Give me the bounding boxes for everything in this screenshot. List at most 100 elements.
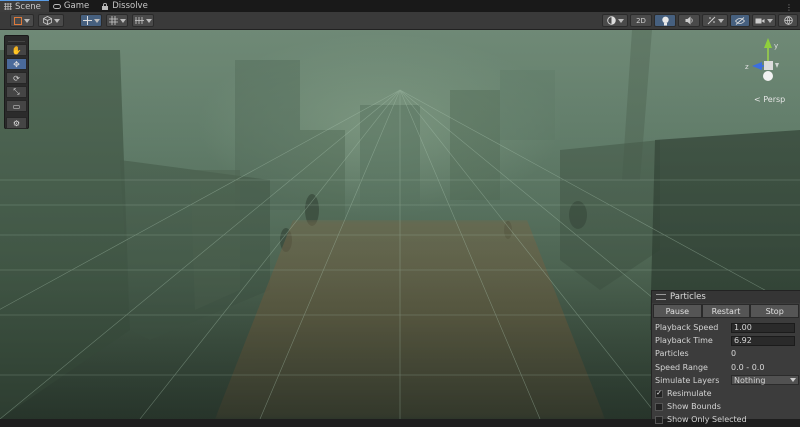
toggle-2d-label: 2D	[636, 16, 646, 25]
particles-count-row: Particles 0	[652, 347, 800, 360]
tab-scene[interactable]: Scene	[0, 0, 49, 12]
simulate-layers-row: Simulate Layers Nothing	[652, 374, 800, 387]
tab-dissolve-label: Dissolve	[112, 1, 148, 11]
particles-title: Particles	[670, 292, 706, 302]
speed-range-label: Speed Range	[655, 362, 708, 372]
move-gizmo-icon	[82, 16, 92, 25]
particles-count-label: Particles	[655, 349, 689, 359]
restart-button[interactable]: Restart	[701, 304, 751, 318]
resimulate-checkbox[interactable]: ✓	[655, 389, 663, 398]
gizmo-y-label: y	[774, 42, 778, 50]
lightbulb-icon	[661, 16, 669, 25]
scale-tool-button[interactable]: ⤡	[6, 86, 27, 98]
audio-toggle[interactable]	[678, 14, 700, 27]
render-mode-dropdown[interactable]	[38, 14, 64, 27]
show-bounds-checkbox[interactable]	[655, 402, 663, 411]
persp-label[interactable]: < Persp	[754, 95, 785, 104]
chevron-down-icon	[790, 378, 796, 383]
toggle-2d-button[interactable]: 2D	[630, 14, 652, 27]
show-only-selected-label: Show Only Selected	[667, 415, 747, 425]
playback-speed-input[interactable]: 1.00	[731, 322, 795, 333]
resimulate-row: ✓ Resimulate	[652, 387, 800, 400]
playback-speed-label: Playback Speed	[655, 323, 719, 333]
rotate-icon: ⟳	[13, 73, 20, 83]
effects-icon	[707, 16, 715, 25]
show-only-selected-checkbox[interactable]	[655, 415, 663, 424]
hand-icon: ✋	[11, 45, 22, 55]
orientation-gizmo[interactable]: y z	[740, 36, 796, 88]
draw-mode-dropdown[interactable]	[10, 14, 34, 27]
gizmo-toggle[interactable]	[80, 14, 102, 27]
tab-scene-label: Scene	[15, 1, 41, 12]
eye-slash-icon	[735, 16, 745, 25]
chevron-down-icon	[119, 18, 126, 23]
move-icon: ✥	[13, 59, 20, 69]
speaker-icon	[685, 16, 693, 25]
particles-header[interactable]: Particles	[652, 291, 800, 303]
tab-dissolve[interactable]: Dissolve	[97, 0, 156, 12]
rect-icon: ▭	[12, 101, 21, 111]
custom-tool-button[interactable]: ⚙	[6, 117, 27, 129]
snap-increment-icon	[134, 17, 144, 24]
simulate-layers-dropdown[interactable]: Nothing	[731, 375, 799, 386]
scale-icon: ⤡	[13, 87, 20, 96]
playback-time-row: Playback Time 6.92	[652, 334, 800, 347]
particles-overlay-panel: Particles Pause Restart Stop Playback Sp…	[651, 290, 800, 424]
gizmo-center-cube[interactable]	[764, 61, 773, 70]
gamepad-icon	[52, 3, 61, 9]
y-axis-cone[interactable]	[764, 38, 772, 48]
shading-mode-dropdown[interactable]	[602, 14, 628, 27]
tab-menu-icon[interactable]: ⋮	[785, 3, 800, 12]
speed-range-row: Speed Range 0.0 - 0.0	[652, 361, 800, 374]
move-tool-button[interactable]: ✥	[6, 58, 27, 70]
cube-icon	[42, 16, 52, 25]
camera-icon	[755, 18, 765, 23]
rect-tool-button[interactable]: ▭	[6, 100, 27, 112]
palette-grip[interactable]	[8, 36, 25, 42]
pause-button[interactable]: Pause	[653, 304, 702, 318]
shading-sphere-icon	[606, 16, 616, 25]
chevron-down-icon	[93, 18, 100, 23]
editor-tab-bar: Scene Game Dissolve ⋮	[0, 0, 800, 12]
chevron-down-icon	[617, 18, 624, 23]
show-only-selected-row: Show Only Selected	[652, 413, 800, 426]
tab-game[interactable]: Game	[49, 0, 97, 12]
chevron-down-icon	[53, 18, 60, 23]
resimulate-label: Resimulate	[667, 389, 712, 399]
show-bounds-label: Show Bounds	[667, 402, 721, 412]
playback-speed-row: Playback Speed 1.00	[652, 321, 800, 334]
chevron-down-icon	[145, 18, 152, 23]
z-axis-cone[interactable]	[752, 62, 762, 70]
simulate-layers-label: Simulate Layers	[655, 375, 720, 385]
x-axis-handle[interactable]	[763, 71, 773, 81]
chevron-down-icon	[767, 18, 773, 23]
hidden-objects-toggle[interactable]	[730, 14, 750, 27]
scene-toolbar: 2D	[0, 12, 800, 30]
grid-icon	[4, 3, 12, 10]
rotate-tool-button[interactable]: ⟳	[6, 72, 27, 84]
chevron-down-icon	[24, 18, 30, 23]
grid-snap-dropdown[interactable]	[106, 14, 128, 27]
playback-time-input[interactable]: 6.92	[731, 335, 795, 346]
lighting-toggle[interactable]	[654, 14, 676, 27]
stop-button[interactable]: Stop	[750, 304, 800, 318]
hand-tool-button[interactable]: ✋	[6, 44, 27, 56]
camera-settings-dropdown[interactable]	[752, 14, 776, 27]
tab-game-label: Game	[63, 1, 90, 11]
grid-snap-icon	[108, 16, 118, 25]
custom-tool-icon: ⚙	[12, 118, 21, 128]
effects-dropdown[interactable]	[702, 14, 728, 27]
speed-range-value: 0.0 - 0.0	[731, 362, 765, 372]
simulate-layers-value: Nothing	[734, 375, 766, 385]
increment-snap-dropdown[interactable]	[132, 14, 154, 27]
lock-icon	[102, 2, 109, 10]
particles-controls: Pause Restart Stop	[653, 304, 800, 318]
checkmark-icon: ✓	[656, 389, 662, 398]
globe-icon	[783, 16, 793, 25]
draw-mode-icon	[14, 16, 22, 25]
drag-handle-icon	[656, 294, 666, 300]
chevron-down-icon	[717, 18, 724, 23]
playback-time-label: Playback Time	[655, 336, 713, 346]
gizmos-dropdown[interactable]	[778, 14, 798, 27]
particles-count-value: 0	[731, 349, 737, 359]
